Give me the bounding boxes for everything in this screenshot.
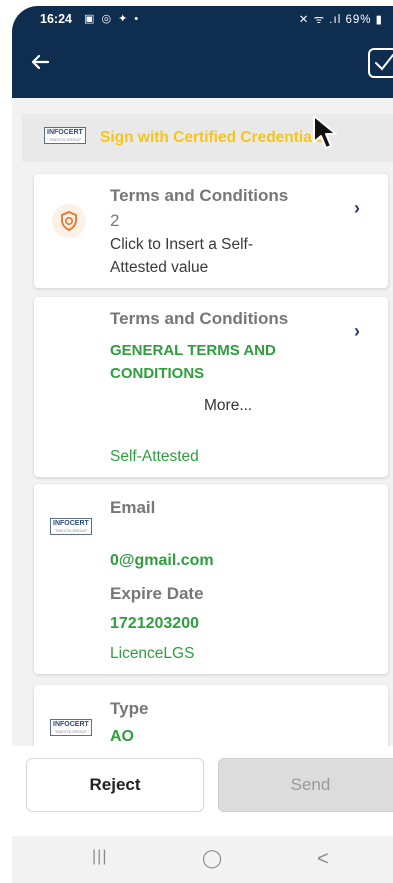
status-bar: 16:24 ▣ ◎ ✦ • ✕ ᯤ .ıl 69% ▮ (12, 6, 393, 32)
system-status-icons: ✕ ᯤ .ıl 69% ▮ (298, 14, 383, 26)
notification-icons: ▣ ◎ ✦ • (84, 13, 141, 25)
send-button[interactable]: Send (218, 758, 393, 812)
action-footer: Reject Send (12, 746, 393, 836)
card-label: Terms and Conditions (110, 186, 289, 205)
card-label: Terms and Conditions (110, 309, 289, 328)
chevron-right-icon[interactable]: › (354, 321, 360, 342)
chevron-right-icon[interactable]: › (354, 198, 360, 219)
mouse-pointer-icon (310, 114, 350, 159)
system-nav-bar: ||| ◯ < (12, 836, 393, 883)
self-attest-badge-icon (52, 204, 86, 238)
source-label: Self-Attested (110, 448, 199, 465)
terms-conditions-card[interactable]: Terms and Conditions GENERAL TERMS AND C… (34, 297, 388, 477)
credential-list[interactable]: INFOCERT TINEXTA GROUP Sign with Certifi… (12, 98, 393, 746)
insert-hint-line1: Click to Insert a Self- (110, 236, 253, 253)
card-label-index: 2 (110, 211, 120, 230)
app-bar (12, 32, 393, 98)
email-value: 0@gmail.com (110, 552, 214, 569)
terms-conditions-card-2[interactable]: Terms and Conditions 2 Click to Insert a… (34, 174, 388, 288)
type-value: AO (110, 728, 134, 745)
home-icon[interactable]: ◯ (202, 848, 222, 869)
nav-back-icon[interactable]: < (317, 848, 329, 871)
status-time: 16:24 (40, 12, 72, 26)
type-credential-card[interactable]: INFOCERT TINEXTA GROUP Type AO (34, 685, 388, 746)
more-link[interactable]: More... (204, 397, 252, 415)
expire-date-label: Expire Date (110, 584, 204, 603)
insert-hint-line2: Attested value (110, 259, 209, 276)
email-credential-card[interactable]: INFOCERT TINEXTA GROUP Email 0@gmail.com… (34, 484, 388, 674)
infocert-logo: INFOCERT TINEXTA GROUP (50, 719, 92, 736)
expire-date-value: 1721203200 (110, 615, 199, 632)
type-label: Type (110, 699, 149, 718)
recent-apps-icon[interactable]: ||| (92, 848, 107, 866)
email-label: Email (110, 498, 156, 517)
terms-value-line2: CONDITIONS (110, 365, 205, 382)
arrow-left-icon[interactable] (28, 50, 56, 78)
terms-value-line1: GENERAL TERMS AND (110, 342, 276, 359)
source-label: LicenceLGS (110, 645, 195, 662)
infocert-logo: INFOCERT TINEXTA GROUP (44, 127, 86, 144)
infocert-logo: INFOCERT TINEXTA GROUP (50, 518, 92, 535)
issuer-title: Sign with Certified Credentials (100, 129, 325, 146)
reject-button[interactable]: Reject (26, 758, 204, 812)
checkbox-icon[interactable] (368, 48, 393, 78)
